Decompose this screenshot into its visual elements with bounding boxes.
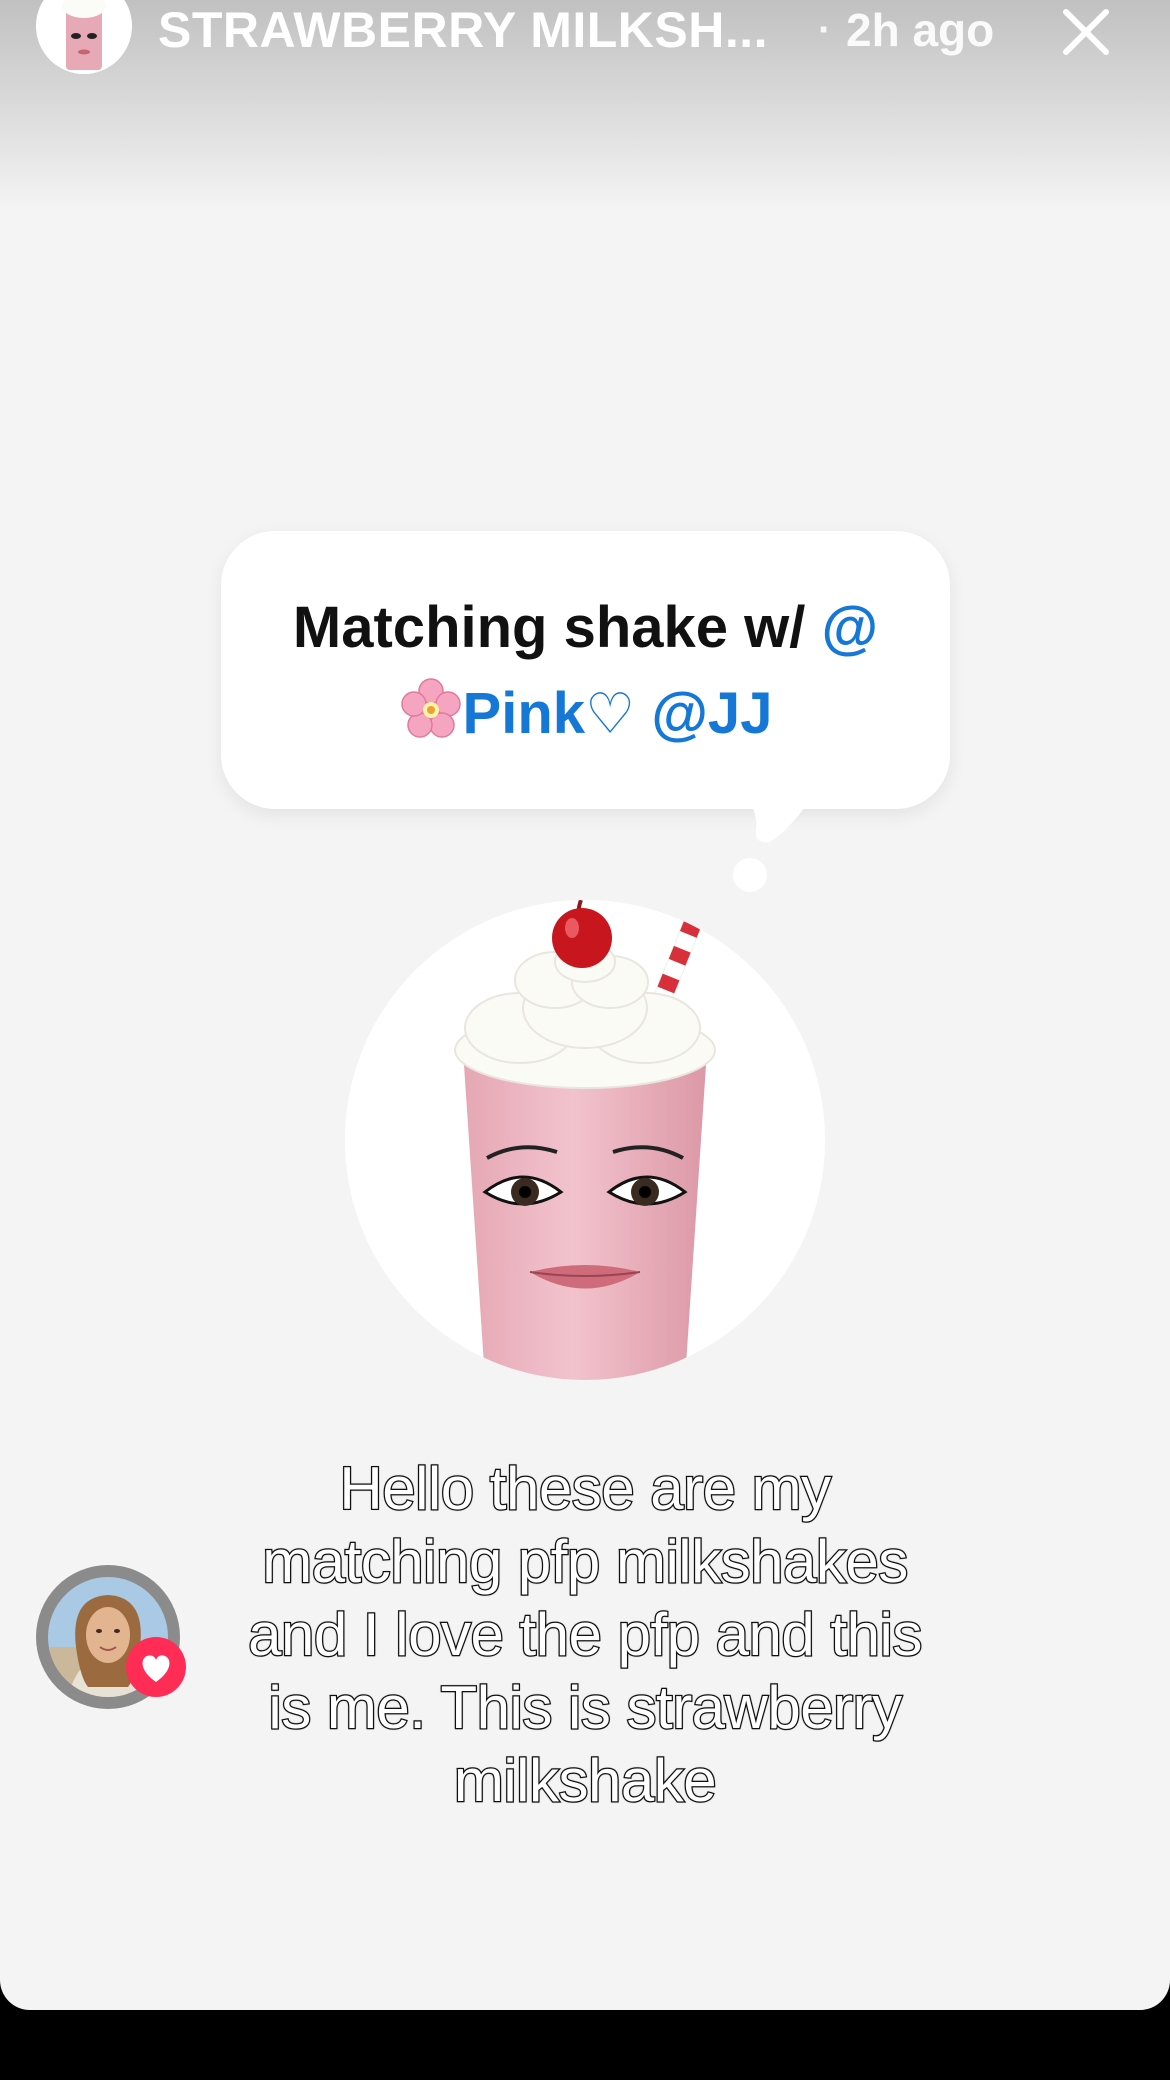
caption-line: and I love the pfp and this <box>247 1600 924 1670</box>
close-icon <box>1063 9 1109 55</box>
speech-bubble-dot <box>733 858 767 892</box>
caption-line: milkshake <box>453 1746 718 1816</box>
mention-pink-name: Pink <box>462 681 586 746</box>
mention-pink-heart: ♡ <box>585 682 636 747</box>
bubble-text: Matching shake w/ @ Pink♡ @JJ <box>221 585 950 758</box>
header-separator: · <box>818 8 832 52</box>
milkshake-profile-image[interactable] <box>345 900 825 1380</box>
mention-jj[interactable]: @JJ <box>651 681 772 746</box>
story-caption: Hello these are my matching pfp milkshak… <box>190 1452 980 1817</box>
like-badge <box>126 1637 186 1697</box>
mention-at[interactable]: @ <box>822 595 879 660</box>
heart-icon <box>142 1655 170 1682</box>
author-username[interactable]: STRAWBERRY MILKSH... <box>158 2 768 58</box>
caption-line: is me. This is strawberry <box>267 1673 903 1743</box>
speech-bubble-tail <box>748 800 808 843</box>
close-button[interactable] <box>1058 4 1114 60</box>
bubble-prefix: Matching shake w/ <box>292 595 822 660</box>
post-time: 2h ago <box>846 4 995 56</box>
cherry-blossom-icon <box>400 678 461 738</box>
caption-line: Hello these are my <box>338 1454 832 1524</box>
mention-pink[interactable]: Pink♡ <box>399 678 636 747</box>
story-view: STRAWBERRY MILKSH... · 2h ago Matching s… <box>0 0 1170 2010</box>
caption-line: matching pfp milkshakes <box>261 1527 909 1597</box>
